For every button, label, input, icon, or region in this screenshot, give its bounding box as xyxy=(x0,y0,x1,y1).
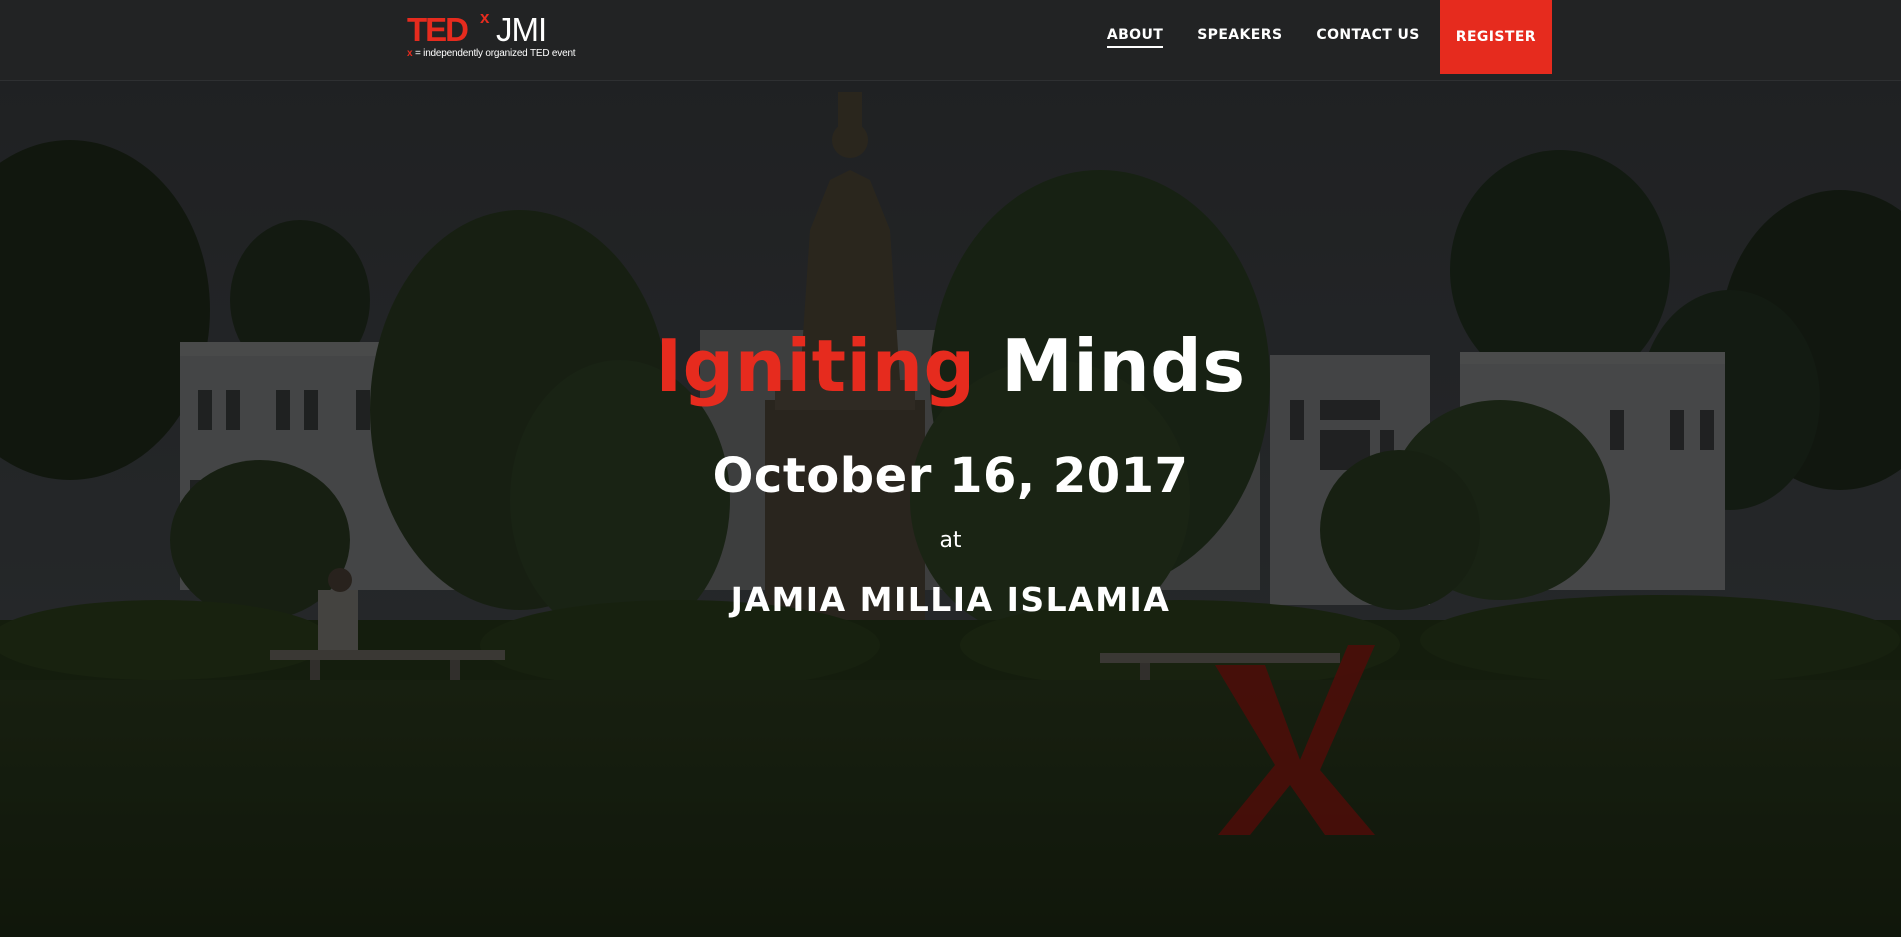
logo-event-name: JMI xyxy=(496,11,547,48)
nav-speakers-link[interactable]: SPEAKERS xyxy=(1180,0,1299,74)
navbar: TED x JMI x = independently organized TE… xyxy=(0,0,1901,81)
logo-x-superscript: x xyxy=(480,8,490,27)
logo-tagline: x = independently organized TED event xyxy=(407,48,576,59)
nav-contact-link[interactable]: CONTACT US xyxy=(1299,0,1436,74)
hero-dark-overlay xyxy=(0,80,1901,937)
nav-contact-label: CONTACT US xyxy=(1316,26,1420,43)
nav-about-label: ABOUT xyxy=(1106,27,1164,48)
register-button[interactable]: REGISTER xyxy=(1439,0,1552,74)
nav-speakers-label: SPEAKERS xyxy=(1197,26,1283,43)
landing-page: TED x JMI x = independently organized TE… xyxy=(0,0,1901,937)
register-label: REGISTER xyxy=(1455,29,1536,45)
logo-tagline-text: = independently organized TED event xyxy=(412,48,576,59)
logo-ted-text: TED xyxy=(407,11,469,48)
main-nav: ABOUT SPEAKERS CONTACT US REGISTER xyxy=(1090,0,1552,74)
hero-background xyxy=(0,80,1901,937)
tedx-jmi-logo[interactable]: TED x JMI x = independently organized TE… xyxy=(407,8,607,62)
nav-about-link[interactable]: ABOUT xyxy=(1090,0,1180,74)
